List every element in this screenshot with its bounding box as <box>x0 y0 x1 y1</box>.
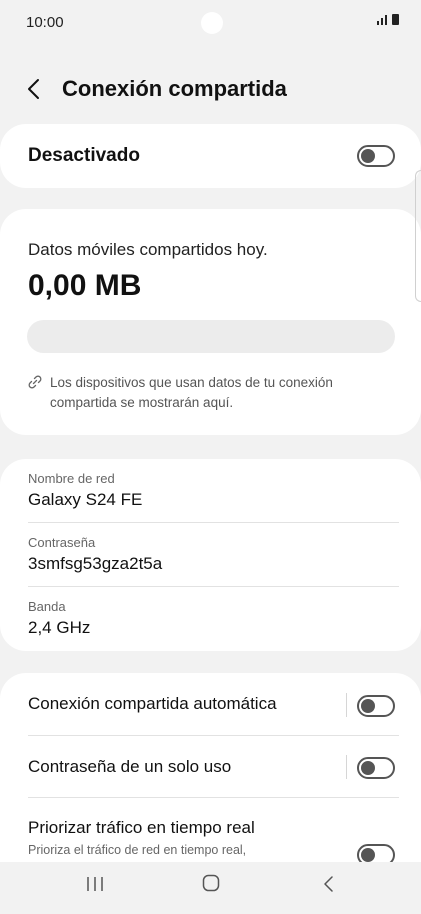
password-label: Contraseña <box>28 535 96 550</box>
page-title: Conexión compartida <box>62 76 287 101</box>
home-icon[interactable] <box>201 873 221 893</box>
status-time: 10:00 <box>26 14 64 31</box>
main-toggle-switch[interactable] <box>357 145 395 167</box>
auto-hotspot-toggle[interactable] <box>357 695 395 717</box>
back-icon[interactable] <box>320 873 338 895</box>
divider <box>28 586 399 587</box>
divider <box>28 797 399 798</box>
one-time-password-toggle[interactable] <box>357 757 395 779</box>
network-name-field[interactable]: Nombre de red Galaxy S24 FE <box>28 471 142 510</box>
status-bar: 10:00 <box>0 0 421 48</box>
auto-hotspot-label[interactable]: Conexión compartida automática <box>28 694 277 714</box>
network-name-value: Galaxy S24 FE <box>28 490 143 509</box>
recents-icon[interactable] <box>84 874 106 894</box>
battery-icon <box>392 14 399 25</box>
screen: 10:00 Conexión compartida Desactivado Da… <box>0 0 421 914</box>
camera-cutout <box>201 12 223 34</box>
prioritize-traffic-label[interactable]: Priorizar tráfico en tiempo real <box>28 818 255 838</box>
divider <box>28 522 399 523</box>
link-icon <box>28 375 42 389</box>
data-usage-note: Los dispositivos que usan datos de tu co… <box>50 375 333 410</box>
prioritize-traffic-description: Prioriza el tráfico de red en tiempo rea… <box>28 843 247 857</box>
signal-battery-icon <box>377 14 399 25</box>
data-usage-value: 0,00 MB <box>28 269 142 302</box>
divider <box>28 735 399 736</box>
data-usage-card: Datos móviles compartidos hoy. 0,00 MB L… <box>0 209 421 435</box>
band-value: 2,4 GHz <box>28 618 91 637</box>
app-header: Conexión compartida <box>0 70 421 110</box>
main-toggle-label: Desactivado <box>28 145 140 166</box>
scrollbar[interactable] <box>415 170 421 302</box>
band-label: Banda <box>28 599 66 614</box>
data-usage-label: Datos móviles compartidos hoy. <box>28 240 268 259</box>
separator <box>346 693 347 717</box>
one-time-password-label[interactable]: Contraseña de un solo uso <box>28 757 231 777</box>
main-toggle-card[interactable]: Desactivado <box>0 124 421 188</box>
navigation-bar <box>0 862 421 914</box>
band-field[interactable]: Banda 2,4 GHz <box>28 599 90 638</box>
network-name-label: Nombre de red <box>28 471 115 486</box>
separator <box>346 755 347 779</box>
password-field[interactable]: Contraseña 3smfsg53gza2t5a <box>28 535 162 574</box>
network-info-card: Nombre de red Galaxy S24 FE Contraseña 3… <box>0 459 421 651</box>
data-usage-progress-bar <box>27 320 395 353</box>
back-arrow-icon[interactable] <box>22 76 48 102</box>
password-value: 3smfsg53gza2t5a <box>28 554 163 573</box>
